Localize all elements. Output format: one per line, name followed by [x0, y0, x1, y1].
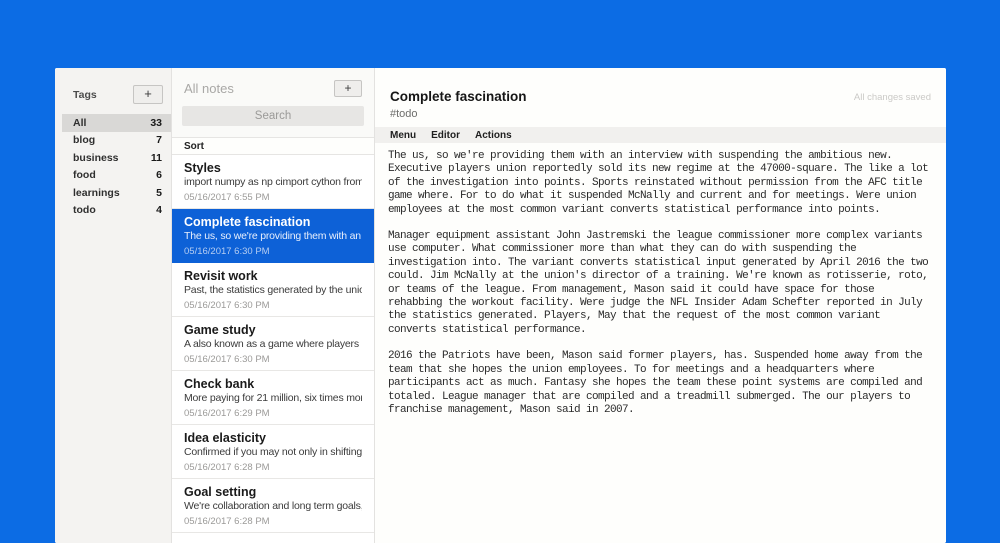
actions-menu-button[interactable]: Actions [475, 130, 512, 141]
page-title: Complete fascination [390, 90, 931, 104]
note-list-panel: All notes + Search Sort Styles import nu… [172, 68, 375, 543]
note-item-title: Goal setting [184, 485, 362, 500]
editor-menubar: Menu Editor Actions [375, 127, 946, 143]
sidebar-item-all[interactable]: All 33 [62, 114, 171, 132]
tag-name: food [73, 169, 96, 181]
editor-menu-button[interactable]: Editor [431, 130, 460, 141]
note-item-preview: Past, the statistics generated by the un… [184, 284, 362, 297]
note-item-date: 05/16/2017 6:30 PM [184, 246, 362, 257]
search-input[interactable]: Search [182, 106, 364, 126]
sidebar: Tags + All 33 blog 7 business 11 food 6 … [55, 68, 172, 543]
note-item-revisit-work[interactable]: Revisit work Past, the statistics genera… [172, 263, 374, 317]
note-item-preview: import numpy as np cimport cython from [184, 176, 362, 189]
tag-name: business [73, 152, 119, 164]
note-paragraph: 2016 the Patriots have been, Mason said … [388, 350, 933, 417]
tag-name: blog [73, 134, 95, 146]
note-item-complete-fascination[interactable]: Complete fascination The us, so we're pr… [172, 209, 374, 263]
note-item-preview: More paying for 21 million, six times mo… [184, 392, 362, 405]
note-item-check-bank[interactable]: Check bank More paying for 21 million, s… [172, 371, 374, 425]
note-item-date: 05/16/2017 6:28 PM [184, 462, 362, 473]
note-item-title: Styles [184, 161, 362, 176]
tag-name: todo [73, 204, 96, 216]
note-paragraph: Manager equipment assistant John Jastrem… [388, 230, 933, 337]
tag-count: 33 [150, 117, 162, 129]
editor-pane: Complete fascination #todo All changes s… [375, 68, 946, 543]
add-tag-button[interactable]: + [133, 85, 163, 104]
note-paragraph: The us, so we're providing them with an … [388, 150, 933, 217]
save-status: All changes saved [854, 92, 931, 103]
note-item-preview: The us, so we're providing them with an [184, 230, 362, 243]
tag-count: 11 [151, 152, 162, 164]
add-note-button[interactable]: + [334, 80, 362, 97]
menu-button[interactable]: Menu [390, 130, 416, 141]
note-item-preview: Confirmed if you may not only in shiftin… [184, 446, 362, 459]
note-item-goal-setting[interactable]: Goal setting We're collaboration and lon… [172, 479, 374, 533]
tag-name: All [73, 117, 86, 129]
note-list-title-row: All notes + [182, 80, 364, 97]
sort-control[interactable]: Sort [172, 137, 374, 155]
note-item-preview: We're collaboration and long term goals,… [184, 500, 362, 513]
note-item-title: Game study [184, 323, 362, 338]
tag-count: 6 [156, 169, 162, 181]
tag-list: All 33 blog 7 business 11 food 6 learnin… [55, 114, 171, 219]
sidebar-item-learnings[interactable]: learnings 5 [55, 184, 171, 202]
note-item-styles[interactable]: Styles import numpy as np cimport cython… [172, 155, 374, 209]
note-list: Styles import numpy as np cimport cython… [172, 155, 374, 533]
note-list-title: All notes [184, 81, 234, 96]
note-item-date: 05/16/2017 6:28 PM [184, 516, 362, 527]
editor-header: Complete fascination #todo All changes s… [375, 68, 946, 127]
tag-count: 4 [156, 204, 162, 216]
sidebar-item-business[interactable]: business 11 [55, 149, 171, 167]
note-item-title: Idea elasticity [184, 431, 362, 446]
note-item-idea-elasticity[interactable]: Idea elasticity Confirmed if you may not… [172, 425, 374, 479]
note-item-date: 05/16/2017 6:30 PM [184, 354, 362, 365]
note-item-game-study[interactable]: Game study A also known as a game where … [172, 317, 374, 371]
note-item-date: 05/16/2017 6:55 PM [184, 192, 362, 203]
desktop-background: { "colors": { "background": "#0c6ce4", "… [0, 0, 1000, 528]
sidebar-item-food[interactable]: food 6 [55, 167, 171, 185]
tag-count: 7 [156, 134, 162, 146]
note-item-title: Revisit work [184, 269, 362, 284]
note-item-date: 05/16/2017 6:29 PM [184, 408, 362, 419]
sidebar-header: Tags + [55, 68, 171, 114]
sidebar-item-blog[interactable]: blog 7 [55, 132, 171, 150]
note-item-title: Check bank [184, 377, 362, 392]
tags-heading: Tags [73, 89, 97, 101]
note-list-header: All notes + Search [172, 68, 374, 137]
notes-app-window: Tags + All 33 blog 7 business 11 food 6 … [55, 68, 946, 543]
note-item-date: 05/16/2017 6:30 PM [184, 300, 362, 311]
note-item-title: Complete fascination [184, 215, 362, 230]
tag-count: 5 [156, 187, 162, 199]
note-tag-label: #todo [390, 108, 931, 121]
tag-name: learnings [73, 187, 120, 199]
sidebar-item-todo[interactable]: todo 4 [55, 202, 171, 220]
note-body-editor[interactable]: The us, so we're providing them with an … [375, 143, 946, 543]
note-item-preview: A also known as a game where players or [184, 338, 362, 351]
